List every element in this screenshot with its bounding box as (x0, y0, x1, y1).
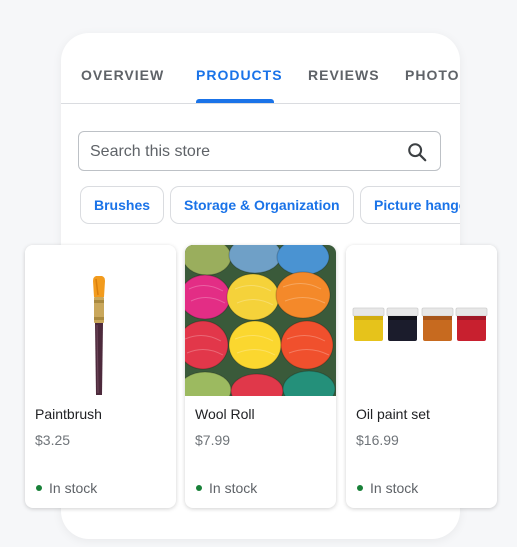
in-stock-dot-icon (196, 485, 202, 491)
stock-status: In stock (49, 480, 98, 496)
paint-jars-image (346, 245, 497, 396)
product-name: Wool Roll (195, 406, 255, 422)
tab-photos[interactable]: PHOTOS (405, 67, 460, 83)
product-card-wool-roll[interactable]: Wool Roll $7.99 In stock (185, 245, 336, 508)
product-name: Paintbrush (35, 406, 102, 422)
wool-yarn-image (185, 245, 336, 396)
search-box[interactable] (78, 131, 441, 171)
in-stock-dot-icon (36, 485, 42, 491)
category-chips: Brushes Storage & Organization Picture h… (61, 186, 460, 226)
product-name: Oil paint set (356, 406, 430, 422)
product-price: $16.99 (356, 432, 399, 448)
product-card-oil-paint-set[interactable]: Oil paint set $16.99 In stock (346, 245, 497, 508)
chip-picture-hangers[interactable]: Picture hangers (360, 186, 460, 224)
chip-brushes[interactable]: Brushes (80, 186, 165, 224)
tab-reviews[interactable]: REVIEWS (308, 67, 380, 83)
chip-storage-organization[interactable]: Storage & Organization (170, 186, 354, 224)
tab-overview[interactable]: OVERVIEW (81, 67, 164, 83)
search-icon[interactable] (406, 141, 428, 163)
search-input[interactable] (90, 140, 390, 164)
tab-products[interactable]: PRODUCTS (196, 67, 283, 83)
stock-status: In stock (370, 480, 419, 496)
paintbrush-image (25, 245, 176, 396)
active-tab-indicator (196, 99, 274, 103)
product-price: $7.99 (195, 432, 231, 448)
product-price: $3.25 (35, 432, 71, 448)
tab-bar: OVERVIEW PRODUCTS REVIEWS PHOTOS (61, 33, 460, 104)
product-card-paintbrush[interactable]: Paintbrush $3.25 In stock (25, 245, 176, 508)
stock-status: In stock (209, 480, 258, 496)
in-stock-dot-icon (357, 485, 363, 491)
